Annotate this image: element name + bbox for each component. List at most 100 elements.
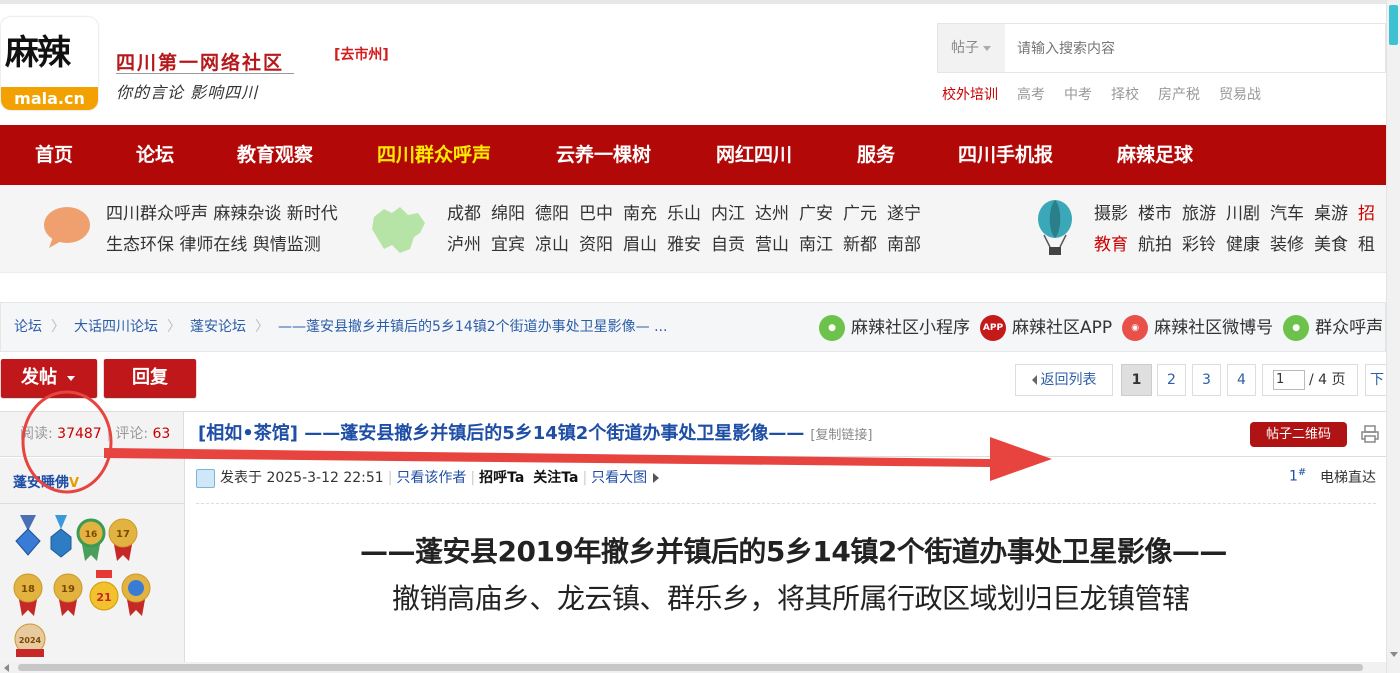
divider: | (470, 470, 476, 486)
city-link[interactable]: 绵阳 (491, 204, 525, 224)
category-link[interactable]: 教育 (1094, 235, 1128, 255)
scroll-left-icon[interactable] (4, 664, 9, 672)
city-link[interactable]: 巴中 (579, 204, 613, 224)
page-button[interactable]: 4 (1227, 364, 1256, 396)
city-link[interactable]: 雅安 (667, 235, 701, 255)
nav-item-home[interactable]: 首页 (35, 125, 73, 185)
category-link[interactable]: 汽车 (1270, 204, 1304, 224)
medal-label: 2024 (19, 636, 42, 645)
city-link[interactable]: 乐山 (667, 204, 701, 224)
nav-item-service[interactable]: 服务 (857, 125, 895, 185)
city-link[interactable]: 凉山 (535, 235, 569, 255)
horizontal-scrollbar[interactable] (0, 662, 1386, 673)
big-image-link[interactable]: 只看大图 (591, 470, 647, 486)
hot-link[interactable]: 择校 (1111, 87, 1139, 103)
site-logo[interactable]: 麻辣 mala.cn (1, 17, 98, 110)
category-link[interactable]: 航拍 (1138, 235, 1172, 255)
city-link[interactable]: 宜宾 (491, 235, 525, 255)
author-name-text: 蓬安睡佛 (13, 475, 69, 491)
city-link[interactable]: 自贡 (711, 235, 745, 255)
only-author-link[interactable]: 只看该作者 (396, 470, 466, 486)
search-type-select[interactable]: 帖子 (938, 24, 1005, 72)
breadcrumb-item[interactable]: ——蓬安县撤乡并镇后的5乡14镇2个街道办事处卫星影像— ... (278, 319, 667, 335)
next-page-button[interactable]: 下 (1365, 364, 1386, 396)
page-number-input[interactable]: 1 (1273, 370, 1305, 390)
category-link[interactable]: 旅游 (1182, 204, 1216, 224)
nav-item-voices[interactable]: 四川群众呼声 (377, 125, 491, 185)
category-link[interactable]: 健康 (1226, 235, 1260, 255)
city-link[interactable]: 资阳 (579, 235, 613, 255)
thread-title-text: [相如•茶馆] ——蓬安县撤乡并镇后的5乡14镇2个街道办事处卫星影像—— (198, 423, 805, 444)
city-link[interactable]: 南充 (623, 204, 657, 224)
weibo-icon: ◉ (1122, 315, 1149, 341)
city-link[interactable]: 达州 (755, 204, 789, 224)
city-link[interactable]: 新都 (843, 235, 877, 255)
greet-link[interactable]: 招呼Ta (479, 470, 524, 486)
category-link[interactable]: 美食 (1314, 235, 1348, 255)
follow-link[interactable]: 关注Ta (533, 470, 578, 486)
category-link[interactable]: 招 (1358, 204, 1375, 224)
page-button-current[interactable]: 1 (1121, 364, 1152, 396)
print-icon[interactable] (1360, 424, 1380, 444)
vertical-scrollbar[interactable] (1386, 0, 1400, 673)
breadcrumb-item[interactable]: 蓬安论坛 (190, 319, 246, 335)
reply-button[interactable]: 回复 (104, 359, 196, 397)
go-to-city-link[interactable]: [去市州] (334, 44, 389, 64)
nav-item-football[interactable]: 麻辣足球 (1117, 125, 1193, 185)
app-link-mini-program[interactable]: ● 麻辣社区小程序 (819, 313, 970, 341)
scroll-down-icon[interactable] (1390, 652, 1398, 657)
new-post-button[interactable]: 发帖 (1, 359, 97, 397)
hot-link[interactable]: 校外培训 (942, 87, 998, 103)
medal-icon: 21 (89, 570, 119, 611)
nav-item-education[interactable]: 教育观察 (237, 125, 313, 185)
city-link[interactable]: 泸州 (447, 235, 481, 255)
hot-link[interactable]: 贸易战 (1219, 87, 1261, 103)
category-link[interactable]: 川剧 (1226, 204, 1260, 224)
nav-item-mobile-news[interactable]: 四川手机报 (958, 125, 1053, 185)
page-button[interactable]: 3 (1192, 364, 1221, 396)
elevator-link[interactable]: 电梯直达 (1320, 467, 1376, 487)
city-link[interactable]: 南江 (799, 235, 833, 255)
city-link[interactable]: 南部 (887, 235, 921, 255)
city-link[interactable]: 德阳 (535, 204, 569, 224)
hot-link[interactable]: 中考 (1064, 87, 1092, 103)
qr-code-button[interactable]: 帖子二维码 (1250, 422, 1347, 447)
breadcrumb-item[interactable]: 大话四川论坛 (74, 319, 158, 335)
city-link[interactable]: 成都 (447, 204, 481, 224)
nav-item-influencer[interactable]: 网红四川 (716, 125, 792, 185)
category-link[interactable]: 装修 (1270, 235, 1304, 255)
post-date: 发表于 2025-3-12 22:51 (220, 470, 384, 486)
hot-link[interactable]: 高考 (1017, 87, 1045, 103)
hot-link[interactable]: 房产税 (1158, 87, 1200, 103)
author-name[interactable]: 蓬安睡佛V (13, 472, 79, 492)
city-link[interactable]: 广元 (843, 204, 877, 224)
floor-number[interactable]: 1# (1289, 467, 1306, 485)
page-button[interactable]: 2 (1157, 364, 1186, 396)
channel-group-text[interactable]: 生态环保 律师在线 舆情监测 (106, 230, 321, 255)
back-to-list-label: 返回列表 (1040, 372, 1097, 388)
city-link[interactable]: 广安 (799, 204, 833, 224)
app-link-app[interactable]: APP 麻辣社区APP (980, 313, 1112, 341)
scrollbar-thumb[interactable] (18, 664, 1363, 671)
nav-item-tree[interactable]: 云养一棵树 (556, 125, 651, 185)
back-to-list-button[interactable]: 返回列表 (1015, 364, 1113, 396)
category-link[interactable]: 桌游 (1314, 204, 1348, 224)
breadcrumb-item[interactable]: 论坛 (14, 319, 42, 335)
city-link[interactable]: 眉山 (623, 235, 657, 255)
scrollbar-thumb[interactable] (1389, 5, 1398, 45)
nav-item-forum[interactable]: 论坛 (136, 125, 174, 185)
app-link-weibo[interactable]: ◉ 麻辣社区微博号 (1122, 313, 1273, 341)
city-link[interactable]: 营山 (755, 235, 789, 255)
copy-link-button[interactable]: [复制链接] (810, 428, 872, 443)
search-input[interactable] (1005, 24, 1385, 72)
category-link[interactable]: 租 (1358, 235, 1375, 255)
category-link[interactable]: 彩铃 (1182, 235, 1216, 255)
city-link[interactable]: 内江 (711, 204, 745, 224)
city-link[interactable]: 遂宁 (887, 204, 921, 224)
medal-label: 18 (21, 584, 35, 595)
category-link[interactable]: 摄影 (1094, 204, 1128, 224)
app-link-voices[interactable]: ● 群众呼声 (1283, 313, 1383, 341)
chevron-right-icon: 〉 (51, 319, 65, 335)
category-link[interactable]: 楼市 (1138, 204, 1172, 224)
channel-group-text[interactable]: 四川群众呼声 麻辣杂谈 新时代 (106, 199, 338, 224)
